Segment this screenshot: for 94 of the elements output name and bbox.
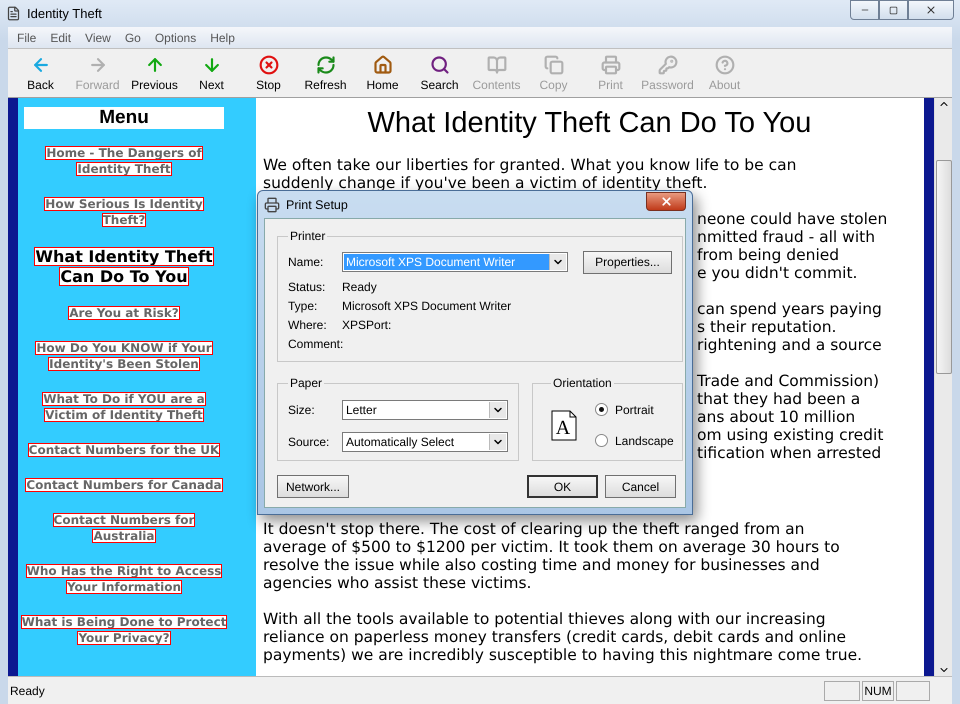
field-label: Comment: (288, 336, 342, 350)
stop-icon (258, 54, 278, 74)
radio-option[interactable]: Portrait (595, 402, 674, 416)
home-icon (372, 54, 392, 74)
toolbar-button[interactable]: Search (411, 51, 468, 95)
sidebar-link[interactable]: How Serious Is Identity Theft? (44, 196, 204, 228)
toolbar-button[interactable]: Home (354, 51, 411, 95)
book-icon (486, 54, 506, 74)
dialog-button[interactable]: Cancel (605, 475, 676, 498)
window-title: Identity Theft (27, 6, 103, 21)
maximize-icon (889, 6, 898, 14)
field-value: XPSPort: (342, 318, 392, 332)
page-heading: What Identity Theft Can Do To You (366, 106, 812, 140)
menu-item[interactable]: File (12, 30, 42, 44)
sidebar-link[interactable]: What Identity Theft Can Do To You (34, 247, 214, 287)
close-button[interactable] (646, 192, 686, 211)
text-line: rightening and a source (697, 336, 882, 354)
field-label: Source: (288, 435, 330, 449)
toolbar-button[interactable]: Stop (240, 51, 297, 95)
radio-option[interactable]: Landscape (595, 434, 674, 448)
menu-item[interactable]: Help (205, 30, 240, 44)
text-line: ans about 10 million (697, 408, 856, 426)
text-line: It doesn't stop there. The cost of clearing up the theft ranged from an (263, 520, 804, 538)
field-label: Name: (288, 255, 324, 269)
key-icon (658, 54, 678, 74)
status-text: Ready (9, 684, 46, 698)
minimize-button[interactable] (850, 0, 879, 20)
dropdown-field[interactable]: Automatically Select (342, 432, 508, 452)
text-line: agencies who assist these victims. (263, 574, 532, 592)
sidebar-link[interactable]: Who Has the Right to Access Your Information (26, 563, 222, 595)
sidebar-link[interactable]: Contact Numbers for the UK (28, 442, 220, 458)
printer-icon (600, 54, 620, 74)
printer-icon (264, 196, 280, 212)
menu-item[interactable]: Options (150, 30, 202, 44)
field-value: Ready (342, 280, 377, 294)
text-line: resolve the issue while also costing time and money for businesses and (263, 556, 820, 574)
text-line: that they had been a (697, 390, 860, 408)
sidebar-link[interactable]: Are You at Risk? (68, 305, 180, 321)
sidebar-link[interactable]: What To Do if YOU are a Victim of Identity Theft (42, 391, 206, 423)
text-line: neone could have stolen (697, 210, 888, 228)
text-line: nmitted fraud - all with (697, 228, 876, 246)
menu-item[interactable]: Edit (45, 30, 76, 44)
text-line: reliance on paperless money transfers (credit cards, debit cards and online (263, 628, 846, 646)
text-line: payments) we are incredibly susceptible to having this nightmare come true. (263, 646, 862, 664)
group-label: Paper (289, 376, 324, 390)
copy-icon (544, 54, 564, 74)
page-icon: A (551, 410, 577, 440)
group-label: Printer (289, 229, 326, 243)
toolbar-button[interactable]: Previous (126, 51, 183, 95)
toolbar-button[interactable]: Back (12, 51, 69, 95)
close-icon (925, 4, 937, 16)
menu-item[interactable]: Go (120, 30, 146, 44)
text-line: e you didn't commit. (697, 264, 858, 282)
close-icon (660, 195, 672, 208)
network-button[interactable]: Network... (277, 475, 349, 498)
text-line: can spend years paying (697, 300, 882, 318)
status-panel (824, 680, 860, 700)
text-line: suddenly change if you've been a victim of identity theft. (263, 174, 708, 192)
field-label: Size: (288, 403, 316, 417)
toolbar-button[interactable]: Refresh (297, 51, 354, 95)
sidebar-link[interactable]: Home - The Dangers of Identity Theft (45, 145, 203, 177)
dropdown-field[interactable]: Letter (342, 400, 508, 420)
text-line: With all the tools available to potential thieves along with our increasing (263, 610, 826, 628)
dialog-title: Print Setup (286, 198, 349, 212)
status-panel: NUM (862, 680, 894, 700)
text-line: average of $500 to $1200 per victim. It took them on average 30 hours to (263, 538, 840, 556)
text-line: tification when arrested (697, 444, 882, 462)
properties-button[interactable]: Properties... (583, 250, 672, 274)
text-line: s their reputation. (697, 318, 836, 336)
status-panel (896, 680, 930, 700)
sidebar-title: Menu (24, 107, 224, 129)
group-label: Orientation (552, 376, 613, 390)
toolbar-button[interactable]: Next (183, 51, 240, 95)
sidebar-link[interactable]: What is Being Done to Protect Your Privacy? (20, 614, 228, 646)
field-label: Where: (288, 318, 328, 332)
menu-item[interactable]: View (80, 30, 116, 44)
field-label: Status: (288, 280, 326, 294)
field-value: Microsoft XPS Document Writer (342, 298, 512, 312)
sidebar-link[interactable]: Contact Numbers for Canada (25, 477, 223, 493)
sidebar-link[interactable]: How Do You KNOW if Your Identity's Been Stolen (35, 340, 213, 372)
close-button[interactable] (908, 0, 954, 20)
text-line: Trade and Commission) (697, 372, 880, 390)
text-line: We often take our liberties for granted. What you know life to be can (263, 156, 796, 174)
sidebar-link[interactable]: Contact Numbers for Australia (52, 512, 196, 544)
maximize-button[interactable] (879, 0, 908, 20)
scrollbar[interactable] (934, 98, 952, 676)
app-icon (6, 6, 21, 21)
dialog-button[interactable]: OK (527, 475, 598, 498)
help-icon (714, 54, 734, 74)
field-label: Type: (288, 298, 318, 312)
search-icon (430, 54, 450, 74)
refresh-icon (316, 54, 336, 74)
text-line: from being denied (697, 246, 840, 264)
text-line: om using existing credit (697, 426, 884, 444)
